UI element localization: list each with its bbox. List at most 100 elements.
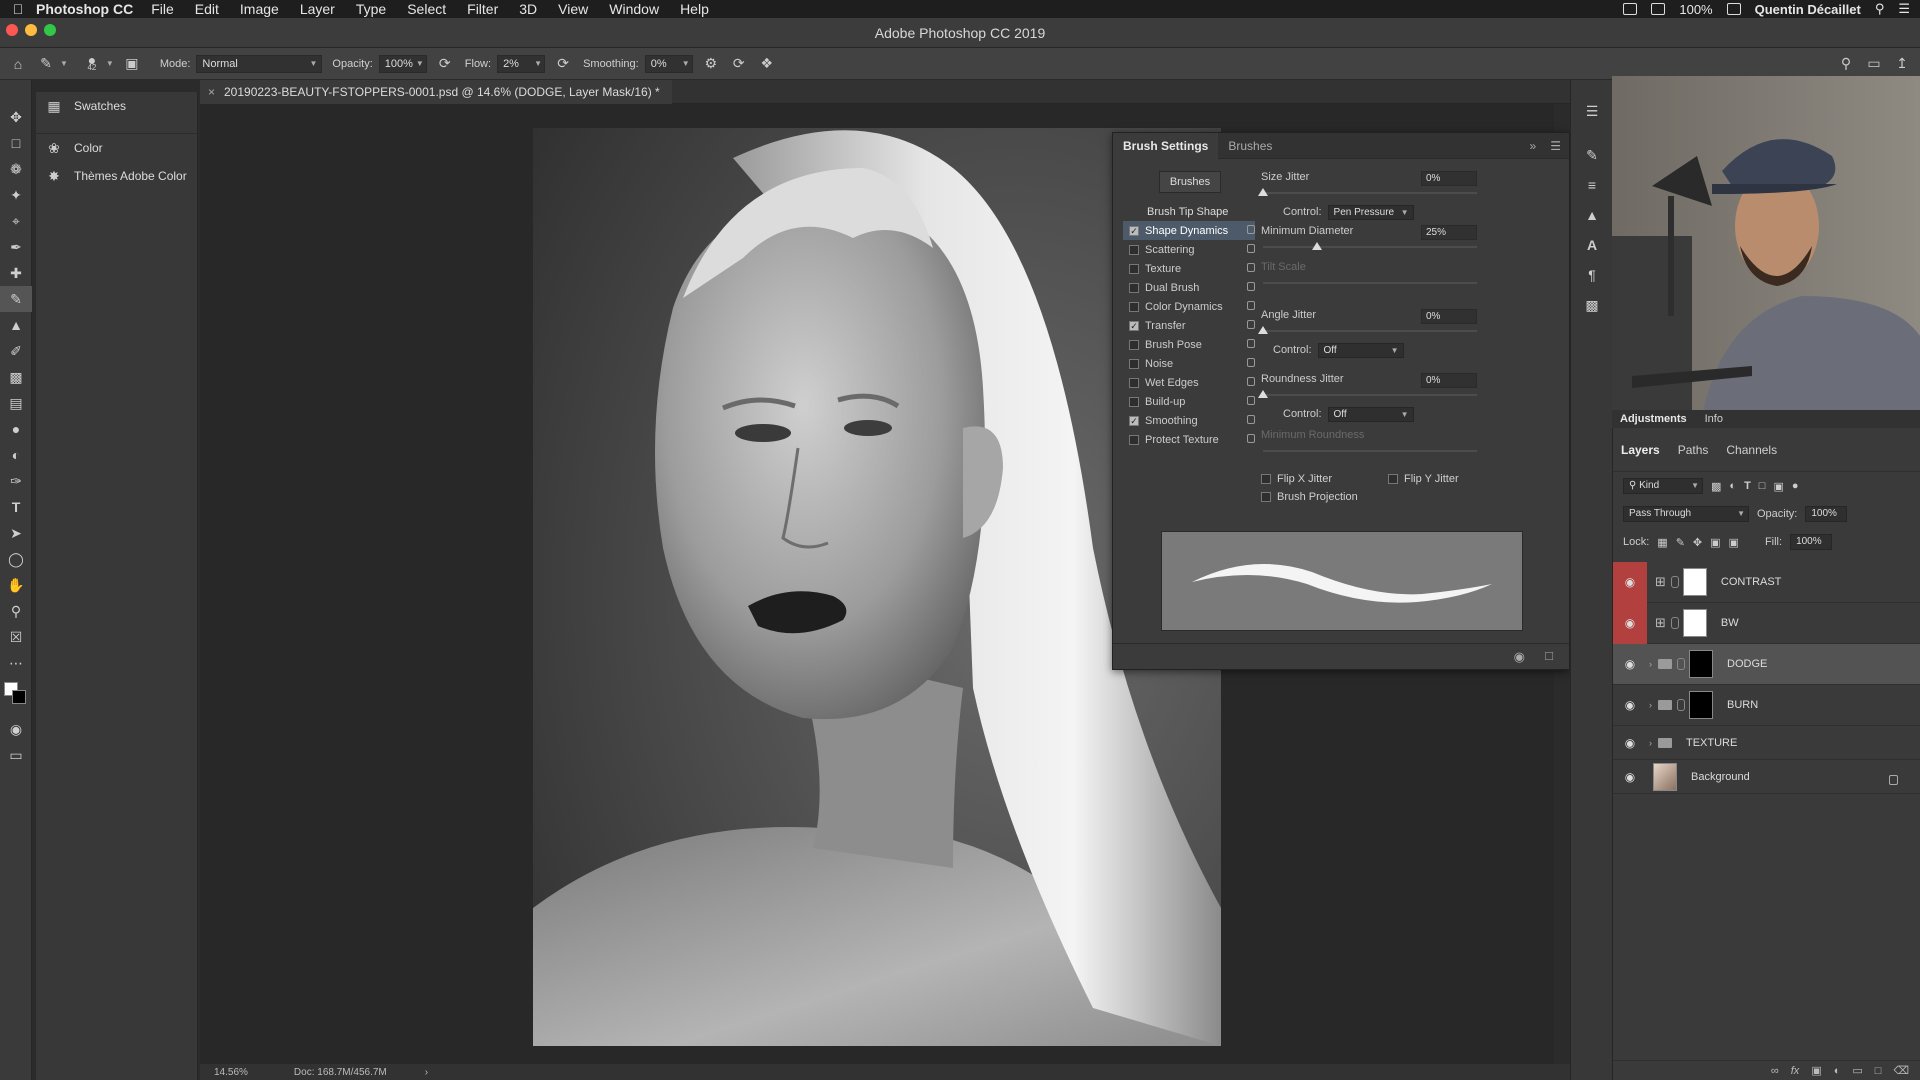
eyedropper-tool-icon[interactable]: ✒: [0, 234, 32, 260]
marquee-tool-icon[interactable]: □: [0, 130, 32, 156]
tab-channels[interactable]: Channels: [1726, 443, 1777, 457]
color-swatches[interactable]: [0, 676, 32, 716]
apple-menu-icon[interactable]: : [0, 1, 36, 17]
visibility-eye-icon[interactable]: ◉: [1613, 644, 1647, 685]
tool-preset-chevron-icon[interactable]: ▼: [60, 59, 68, 68]
status-chevron-icon[interactable]: ›: [425, 1067, 428, 1078]
brush-settings-panel-icon[interactable]: ✎: [1571, 140, 1613, 170]
new-brush-icon[interactable]: □: [1545, 648, 1553, 663]
zoom-window-icon[interactable]: [44, 24, 56, 36]
lock-artboard-icon[interactable]: ▣: [1710, 536, 1720, 549]
option-checkbox[interactable]: [1129, 396, 1139, 407]
slider-thumb[interactable]: [1258, 390, 1268, 398]
filter-pixel-icon[interactable]: ▩: [1711, 480, 1721, 493]
pen-tool-icon[interactable]: ✑: [0, 468, 32, 494]
brush-preset-picker[interactable]: ● 42: [82, 53, 102, 74]
adobe-color-themes-tab[interactable]: ✸ Thèmes Adobe Color: [36, 162, 197, 190]
workspace-icon[interactable]: ▭: [1864, 54, 1884, 74]
clone-stamp-tool-icon[interactable]: ▲: [0, 312, 32, 338]
menu-layer[interactable]: Layer: [300, 1, 335, 17]
history-panel-icon[interactable]: ☰: [1571, 96, 1613, 126]
option-checkbox[interactable]: [1129, 358, 1139, 369]
brush-option-row[interactable]: Dual Brush: [1123, 278, 1255, 297]
layer-row[interactable]: ◉ › BURN: [1613, 685, 1920, 726]
path-selection-tool-icon[interactable]: ➤: [0, 520, 32, 546]
menu-edit[interactable]: Edit: [195, 1, 219, 17]
app-name-menu[interactable]: Photoshop CC: [36, 1, 133, 17]
character-panel-icon[interactable]: A: [1571, 230, 1613, 260]
pressure-size-icon[interactable]: ⟳: [729, 54, 749, 74]
angle-jitter-value[interactable]: 0%: [1421, 309, 1477, 324]
brush-option-row[interactable]: Protect Texture: [1123, 430, 1255, 449]
blend-mode-select[interactable]: Pass Through ▼: [1623, 506, 1749, 522]
brush-option-row[interactable]: Texture: [1123, 259, 1255, 278]
option-checkbox[interactable]: [1129, 434, 1139, 445]
angle-control-select[interactable]: Off ▼: [1317, 342, 1404, 358]
option-checkbox[interactable]: [1129, 301, 1139, 312]
tab-brush-settings[interactable]: Brush Settings: [1113, 132, 1219, 159]
dodge-tool-icon[interactable]: ◐: [0, 442, 32, 468]
filter-adjustment-icon[interactable]: ◐: [1729, 480, 1736, 492]
layer-filter-select[interactable]: ⚲ Kind ▼: [1623, 478, 1703, 494]
roundness-jitter-value[interactable]: 0%: [1421, 373, 1477, 388]
layer-opacity-field[interactable]: 100%: [1805, 506, 1848, 522]
tab-info[interactable]: Info: [1705, 413, 1723, 425]
search-icon[interactable]: ⚲: [1836, 54, 1856, 74]
flip-x-checkbox[interactable]: [1261, 474, 1271, 484]
size-control-select[interactable]: Pen Pressure ▼: [1327, 204, 1414, 220]
flip-y-checkbox[interactable]: [1388, 474, 1399, 484]
lock-icon[interactable]: [1247, 320, 1255, 329]
airplay-icon[interactable]: [1651, 3, 1666, 15]
crop-tool-icon[interactable]: ⌖: [0, 208, 32, 234]
gradient-tool-icon[interactable]: ▤: [0, 390, 32, 416]
brushes-panel-icon[interactable]: ≡: [1571, 170, 1613, 200]
display-icon[interactable]: [1623, 3, 1638, 15]
pressure-opacity-icon[interactable]: ⟳: [435, 54, 455, 74]
size-jitter-slider[interactable]: [1258, 187, 1561, 201]
option-checkbox[interactable]: [1129, 244, 1139, 255]
option-checkbox[interactable]: [1129, 263, 1139, 274]
paragraph-panel-icon[interactable]: ¶: [1571, 260, 1613, 290]
size-jitter-value[interactable]: 0%: [1421, 171, 1477, 186]
visibility-eye-icon[interactable]: ◉: [1613, 685, 1647, 726]
layer-row[interactable]: ◉ ⊞ BW: [1613, 602, 1920, 644]
visibility-eye-icon[interactable]: ◉: [1613, 756, 1647, 797]
blur-tool-icon[interactable]: ●: [0, 416, 32, 442]
background-color[interactable]: [12, 690, 26, 704]
lock-position-icon[interactable]: ✥: [1693, 536, 1702, 549]
zoom-level[interactable]: 14.56%: [214, 1067, 248, 1078]
filter-type-icon[interactable]: T: [1744, 480, 1751, 492]
angle-jitter-slider[interactable]: [1258, 325, 1561, 339]
doc-info[interactable]: Doc: 168.7M/456.7M: [294, 1067, 387, 1078]
zoom-tool-icon[interactable]: ⚲: [0, 598, 32, 624]
brush-option-row[interactable]: ✓ Shape Dynamics: [1123, 221, 1255, 240]
fx-icon[interactable]: fx: [1791, 1065, 1800, 1077]
brush-option-row[interactable]: Scattering: [1123, 240, 1255, 259]
roundness-control-select[interactable]: Off ▼: [1327, 406, 1414, 422]
mode-select[interactable]: Normal ▼: [196, 54, 323, 73]
wifi-icon[interactable]: [1726, 3, 1741, 15]
brush-option-row[interactable]: Brush Pose: [1123, 335, 1255, 354]
brush-projection-checkbox[interactable]: [1261, 492, 1271, 502]
swatches-panel-tab[interactable]: ▦ Swatches: [36, 92, 197, 120]
brushes-button[interactable]: Brushes: [1159, 171, 1221, 193]
lock-icon[interactable]: [1247, 282, 1255, 291]
lock-icon[interactable]: [1247, 415, 1255, 424]
tab-paths[interactable]: Paths: [1678, 443, 1709, 457]
panel-menu-icon[interactable]: ☰: [1542, 133, 1569, 159]
lock-icon[interactable]: [1247, 225, 1255, 234]
hand-tool-icon[interactable]: ✋: [0, 572, 32, 598]
min-diameter-slider[interactable]: [1261, 241, 1561, 255]
flow-field[interactable]: 2% ▼: [497, 54, 546, 73]
menu-image[interactable]: Image: [240, 1, 279, 17]
menu-type[interactable]: Type: [356, 1, 386, 17]
brush-tool-icon[interactable]: ✎: [0, 286, 32, 312]
lock-icon[interactable]: [1247, 339, 1255, 348]
home-icon[interactable]: ⌂: [8, 54, 28, 74]
smoothing-field[interactable]: 0% ▼: [644, 54, 693, 73]
frame-tool-icon[interactable]: ☒: [0, 624, 32, 650]
link-layers-icon[interactable]: ∞: [1771, 1065, 1779, 1077]
layer-row[interactable]: ◉ Background: [1613, 760, 1920, 794]
menu-3d[interactable]: 3D: [519, 1, 537, 17]
brush-option-row[interactable]: Color Dynamics: [1123, 297, 1255, 316]
